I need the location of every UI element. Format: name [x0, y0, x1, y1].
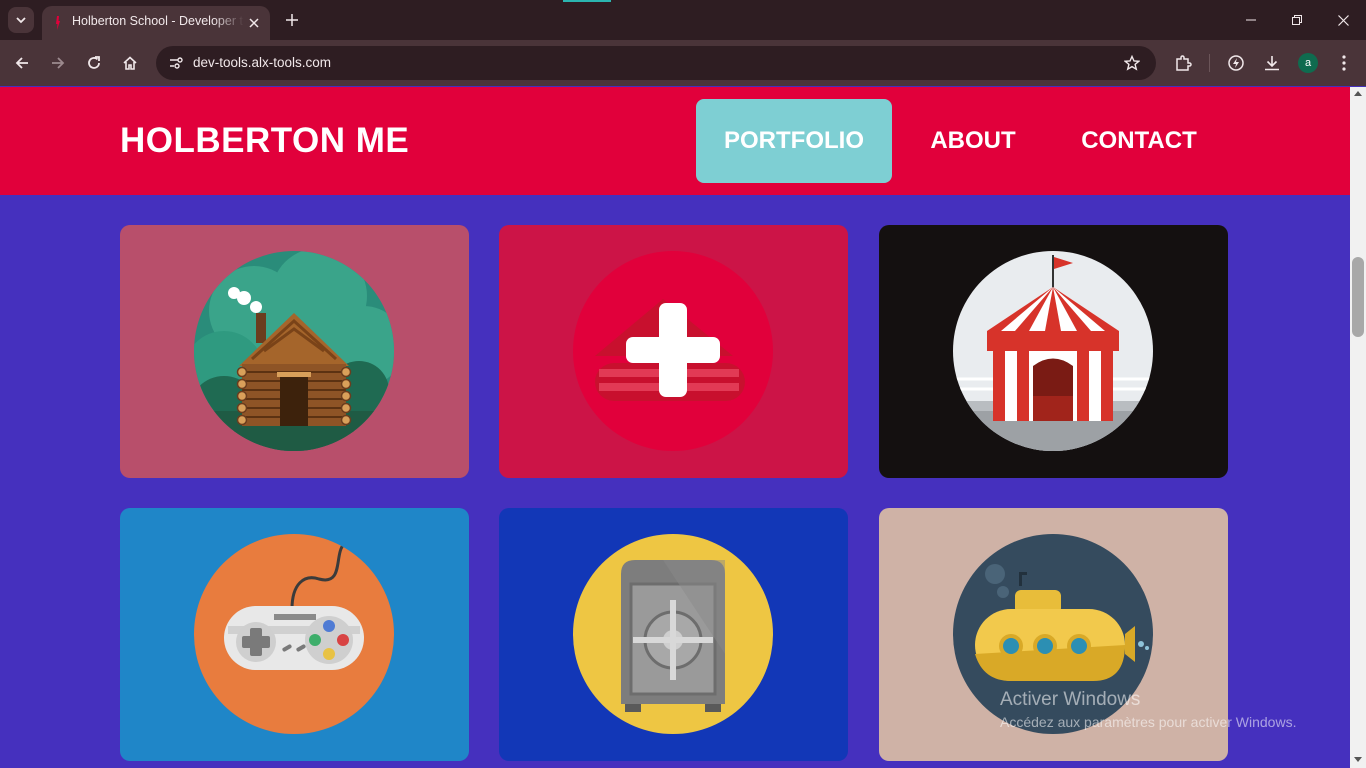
profile-avatar[interactable]: a — [1298, 53, 1318, 73]
url-text[interactable]: dev-tools.alx-tools.com — [193, 55, 331, 70]
toolbar-separator — [1209, 54, 1210, 72]
close-window-icon[interactable] — [1320, 0, 1366, 40]
reload-icon[interactable] — [81, 50, 107, 76]
portfolio-card-game-controller[interactable] — [120, 508, 469, 761]
forward-icon[interactable] — [45, 50, 71, 76]
nav-about[interactable]: ABOUT — [912, 99, 1034, 183]
star-icon[interactable] — [1122, 53, 1142, 73]
medical-plus-icon — [573, 251, 773, 451]
restore-icon[interactable] — [1274, 0, 1320, 40]
close-icon[interactable] — [244, 13, 264, 33]
tab-strip-accent — [563, 0, 611, 2]
browser-tab-active[interactable]: Holberton School - Developer tools — [42, 6, 270, 40]
portfolio-card-safe[interactable] — [499, 508, 848, 761]
site-info-icon[interactable] — [164, 51, 188, 75]
home-icon[interactable] — [117, 50, 143, 76]
circus-tent-icon — [953, 251, 1153, 451]
browser-toolbar: dev-tools.alx-tools.com — [0, 40, 1366, 86]
minimize-icon[interactable] — [1228, 0, 1274, 40]
performance-icon[interactable] — [1223, 50, 1249, 76]
portfolio-card-circus-tent[interactable] — [879, 225, 1228, 478]
scroll-up-arrow-icon[interactable] — [1354, 91, 1362, 96]
game-controller-icon — [194, 534, 394, 734]
windows-activation-title: Activer Windows — [1000, 689, 1141, 710]
tab-title: Holberton School - Developer tools — [72, 14, 244, 28]
plus-icon[interactable] — [280, 8, 304, 32]
scrollbar-thumb[interactable] — [1352, 257, 1364, 337]
site-brand[interactable]: HOLBERTON ME — [120, 121, 409, 161]
portfolio-card-red-plus[interactable] — [499, 225, 848, 478]
log-cabin-icon — [194, 251, 394, 451]
page-scrollbar[interactable] — [1350, 87, 1366, 768]
kebab-menu-icon[interactable] — [1331, 50, 1357, 76]
holberton-favicon-icon — [56, 16, 60, 30]
windows-activation-subtitle: Accédez aux paramètres pour activer Wind… — [1000, 714, 1297, 730]
scroll-down-arrow-icon[interactable] — [1354, 757, 1362, 762]
extensions-icon[interactable] — [1170, 50, 1196, 76]
page-viewport: HOLBERTON ME PORTFOLIO ABOUT CONTACT — [0, 87, 1350, 768]
back-icon[interactable] — [9, 50, 35, 76]
safe-icon — [573, 534, 773, 734]
address-bar[interactable]: dev-tools.alx-tools.com — [156, 46, 1156, 80]
nav-contact[interactable]: CONTACT — [1056, 99, 1222, 183]
portfolio-card-log-cabin[interactable] — [120, 225, 469, 478]
browser-tab-bar: Holberton School - Developer tools — [0, 0, 1366, 40]
download-icon[interactable] — [1259, 50, 1285, 76]
tab-search-icon[interactable] — [8, 7, 34, 33]
site-header: HOLBERTON ME PORTFOLIO ABOUT CONTACT — [0, 87, 1350, 195]
nav-portfolio[interactable]: PORTFOLIO — [696, 99, 892, 183]
